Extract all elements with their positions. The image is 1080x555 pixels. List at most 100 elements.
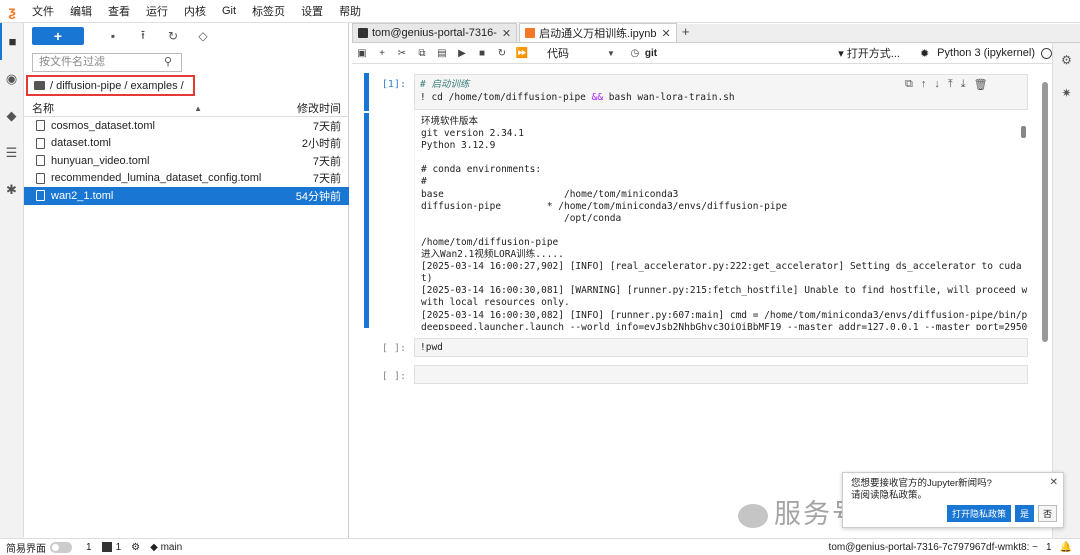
terminal-icon bbox=[358, 28, 368, 38]
paste-icon[interactable]: ▤ bbox=[432, 48, 452, 59]
copy-icon[interactable]: ⧉ bbox=[412, 48, 432, 59]
no-button[interactable]: 否 bbox=[1037, 505, 1057, 522]
move-down-icon[interactable]: ↓ bbox=[934, 78, 940, 91]
file-row[interactable]: cosmos_dataset.toml 7天前 bbox=[24, 117, 349, 135]
settings-icon[interactable]: ⚙ bbox=[131, 542, 140, 553]
menu-run[interactable]: 运行 bbox=[138, 3, 176, 19]
stop-icon[interactable]: ■ bbox=[472, 48, 492, 59]
cell-prompt: [ ]: bbox=[381, 343, 406, 354]
search-icon: ⚲ bbox=[164, 56, 173, 68]
chevron-down-icon[interactable]: ▼ bbox=[607, 49, 615, 58]
filter-input[interactable]: 按文件名过滤 bbox=[32, 53, 182, 72]
upload-icon[interactable]: ⭱ bbox=[128, 26, 158, 47]
notebook-scrollbar[interactable] bbox=[1041, 72, 1049, 342]
kernel-count: 1 bbox=[115, 541, 122, 553]
notification-count: 1 bbox=[1045, 541, 1052, 553]
extension-icon[interactable]: ✱ bbox=[0, 171, 23, 208]
open-privacy-button[interactable]: 打开隐私政策 bbox=[946, 505, 1011, 522]
open-with-label[interactable]: 打开方式... bbox=[847, 48, 900, 60]
menu-edit[interactable]: 编辑 bbox=[62, 3, 100, 19]
code-cell-input[interactable] bbox=[414, 365, 1028, 384]
file-browser: + ▪ ⭱ ↻ ◇ 按文件名过滤 ⚲ / diffusion-pipe / ex… bbox=[24, 23, 349, 538]
bell-icon[interactable]: 🔔 bbox=[1060, 542, 1072, 553]
yes-button[interactable]: 是 bbox=[1014, 505, 1034, 522]
git-clone-icon[interactable]: ◇ bbox=[188, 29, 218, 43]
file-icon bbox=[36, 172, 45, 184]
file-row-selected[interactable]: wan2_1.toml 54分钟前 bbox=[24, 187, 349, 205]
breadcrumb-path[interactable]: / diffusion-pipe / examples / bbox=[50, 80, 184, 92]
settings-gear-icon[interactable]: ✹ bbox=[920, 47, 929, 60]
running-icon[interactable]: ◉ bbox=[0, 60, 23, 97]
tab-label: 启动通义万相训练.ipynb bbox=[539, 28, 657, 40]
notebook-toolbar: ▣ + ✂ ⧉ ▤ ▶ ■ ↻ ⏩ 代码 ▼ ◷ git ▾ 打开方式... ✹… bbox=[352, 43, 1052, 64]
file-row[interactable]: dataset.toml 2小时前 bbox=[24, 135, 349, 153]
file-row[interactable]: recommended_lumina_dataset_config.toml 7… bbox=[24, 170, 349, 188]
file-icon bbox=[36, 190, 45, 202]
run-all-icon[interactable]: ⏩ bbox=[512, 48, 532, 59]
menu-git[interactable]: Git bbox=[214, 5, 244, 17]
git-branch: main bbox=[160, 541, 183, 553]
git-branch-icon[interactable]: ◆ main bbox=[150, 542, 182, 553]
file-row[interactable]: hunyuan_video.toml 7天前 bbox=[24, 152, 349, 170]
file-modified: 7天前 bbox=[312, 120, 341, 133]
move-up-icon[interactable]: ↑ bbox=[921, 78, 927, 91]
cell-output: 环境软件版本 git version 2.34.1 Python 3.12.9 … bbox=[414, 114, 1028, 330]
menu-kernel[interactable]: 内核 bbox=[176, 3, 214, 19]
new-folder-icon[interactable]: ▪ bbox=[98, 29, 128, 43]
output-collapser-bar[interactable] bbox=[364, 113, 369, 328]
restart-icon[interactable]: ↻ bbox=[492, 48, 512, 59]
close-icon[interactable]: ✕ bbox=[1050, 477, 1058, 488]
property-inspector-icon[interactable]: ⚙ bbox=[1053, 43, 1080, 76]
folder-icon[interactable]: ■ bbox=[0, 23, 23, 60]
cut-icon[interactable]: ✂ bbox=[392, 48, 412, 59]
debugger-icon[interactable]: ✷ bbox=[1053, 76, 1080, 109]
status-bar: 简易界面 1 1 ⚙ ◆ main tom@genius-portal-7316… bbox=[0, 538, 1080, 555]
git-icon[interactable]: ◆ bbox=[0, 97, 23, 134]
new-launcher-button[interactable]: + bbox=[32, 27, 84, 45]
terminal-icon[interactable]: 1 bbox=[101, 541, 122, 553]
duplicate-icon[interactable]: ⧉ bbox=[905, 78, 913, 91]
file-name: recommended_lumina_dataset_config.toml bbox=[51, 172, 262, 185]
code-cell-input[interactable]: !pwd bbox=[414, 338, 1028, 357]
folder-icon[interactable] bbox=[34, 81, 45, 90]
menu-tabs[interactable]: 标签页 bbox=[244, 3, 293, 19]
menu-view[interactable]: 查看 bbox=[100, 3, 138, 19]
delete-icon[interactable]: 🗑 bbox=[974, 78, 988, 91]
refresh-icon[interactable]: ↻ bbox=[158, 29, 188, 43]
kernel-status-icon bbox=[1041, 47, 1052, 59]
notebook-icon bbox=[525, 28, 536, 38]
open-with-dropdown[interactable]: ▾ 打开方式... bbox=[838, 45, 900, 61]
menu-settings[interactable]: 设置 bbox=[293, 3, 331, 19]
scroll-thumb[interactable] bbox=[1021, 126, 1026, 138]
insert-below-icon[interactable]: ⤓ bbox=[961, 78, 966, 91]
menu-file[interactable]: 文件 bbox=[24, 3, 62, 19]
notification-text: 您想要接收官方的Jupyter新闻吗? bbox=[851, 478, 992, 489]
toc-icon[interactable]: ☰ bbox=[0, 134, 23, 171]
celltype-select[interactable]: 代码 bbox=[547, 45, 607, 61]
simple-mode-toggle[interactable] bbox=[50, 541, 72, 553]
file-browser-toolbar: + ▪ ⭱ ↻ ◇ bbox=[24, 23, 348, 49]
kernel-name[interactable]: Python 3 (ipykernel) bbox=[937, 47, 1035, 59]
clock-icon[interactable]: ◷ bbox=[625, 48, 645, 59]
insert-above-icon[interactable]: ⤒ bbox=[948, 78, 953, 91]
tab-terminal[interactable]: tom@genius-portal-7316- ✕ bbox=[352, 23, 518, 42]
file-modified: 54分钟前 bbox=[295, 190, 341, 203]
insert-cell-icon[interactable]: + bbox=[372, 48, 392, 59]
save-icon[interactable]: ▣ bbox=[352, 48, 372, 59]
tab-notebook[interactable]: 启动通义万相训练.ipynb ✕ bbox=[519, 23, 677, 42]
git-diff-button[interactable]: git bbox=[645, 48, 657, 59]
scroll-thumb[interactable] bbox=[1042, 82, 1048, 342]
run-icon[interactable]: ▶ bbox=[452, 48, 472, 59]
output-scrollbar[interactable] bbox=[1020, 116, 1028, 328]
close-icon[interactable]: ✕ bbox=[661, 27, 670, 40]
column-modified[interactable]: 修改时间 bbox=[297, 100, 349, 116]
close-icon[interactable]: ✕ bbox=[502, 27, 511, 40]
breadcrumb[interactable]: / diffusion-pipe / examples / bbox=[26, 75, 195, 96]
cell-prompt: [ ]: bbox=[381, 371, 406, 382]
cell-prompt: [1]: bbox=[381, 79, 406, 90]
add-tab-button[interactable]: + bbox=[679, 23, 693, 42]
notification-link[interactable]: 请阅读隐私政策。 bbox=[851, 490, 1055, 502]
menu-help[interactable]: 帮助 bbox=[331, 3, 369, 19]
column-name[interactable]: 名称 bbox=[24, 100, 194, 116]
sort-ascending-icon[interactable]: ▲ bbox=[194, 104, 202, 113]
